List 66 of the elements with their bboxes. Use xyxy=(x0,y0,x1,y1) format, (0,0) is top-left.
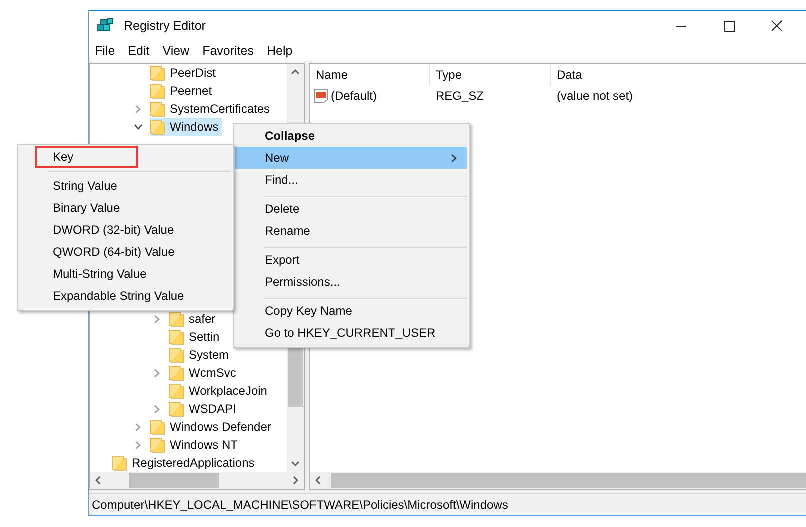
tree-item[interactable]: WcmSvc xyxy=(169,364,240,382)
expand-icon[interactable] xyxy=(154,404,160,414)
menu-item[interactable]: Go to HKEY_CURRENT_USER xyxy=(235,322,467,344)
scrollbar-thumb[interactable] xyxy=(331,473,806,488)
menu-item[interactable]: String Value xyxy=(19,175,231,197)
tree-item[interactable]: SystemCertificates xyxy=(150,100,274,118)
table-cell-text: REG_SZ xyxy=(435,89,486,103)
menu-item[interactable]: Delete xyxy=(235,198,467,220)
column-header[interactable]: Type xyxy=(430,64,551,86)
expand-icon[interactable] xyxy=(135,104,141,114)
menu-item[interactable]: Export xyxy=(235,249,467,271)
folder-icon xyxy=(150,437,165,453)
menu-item[interactable]: Help xyxy=(266,44,293,58)
menu-item[interactable]: Find... xyxy=(235,169,467,191)
folder-icon xyxy=(169,347,184,363)
table-cell: (Default) xyxy=(331,89,378,103)
tree-item[interactable]: System xyxy=(169,346,232,364)
registry-icon xyxy=(97,18,115,34)
folder-icon xyxy=(150,65,165,81)
menu-item[interactable]: Copy Key Name xyxy=(235,300,467,322)
menu-item[interactable]: Permissions... xyxy=(235,271,467,293)
column-header[interactable]: Data xyxy=(551,64,751,86)
folder-icon xyxy=(169,311,184,327)
menu-item[interactable]: Binary Value xyxy=(19,197,231,219)
menu-item[interactable]: Expandable String Value xyxy=(19,285,231,307)
tree-item[interactable]: Windows xyxy=(150,118,222,136)
expand-icon[interactable] xyxy=(154,368,160,378)
menu-item[interactable]: DWORD (32-bit) Value xyxy=(19,219,231,241)
folder-icon xyxy=(169,383,184,399)
folder-icon xyxy=(150,83,165,99)
tree-item[interactable]: Settin xyxy=(169,328,223,346)
menu-item[interactable]: View xyxy=(162,44,190,58)
menu-item[interactable]: Key xyxy=(19,146,231,168)
tree-item[interactable]: Windows Defender xyxy=(150,418,274,436)
expand-icon[interactable] xyxy=(135,422,141,432)
menu-item[interactable]: Collapse xyxy=(235,125,467,147)
table-cell-text: (value not set) xyxy=(556,89,634,103)
folder-icon xyxy=(150,101,165,117)
menu-item[interactable]: New xyxy=(235,147,467,169)
folder-icon xyxy=(169,365,184,381)
string-value-icon xyxy=(313,88,329,104)
tree-item[interactable]: WorkplaceJoin xyxy=(169,382,270,400)
tree-item[interactable]: Windows NT xyxy=(150,436,242,454)
tree-item[interactable]: Peernet xyxy=(150,82,216,100)
menu-item[interactable]: Multi-String Value xyxy=(19,263,231,285)
folder-icon xyxy=(169,401,184,417)
tree-item[interactable]: WSDAPI xyxy=(169,400,240,418)
expand-icon[interactable] xyxy=(154,314,160,324)
tree-item[interactable]: safer xyxy=(169,310,219,328)
menu-item[interactable]: File xyxy=(95,44,116,58)
window-title: Registry Editor xyxy=(124,19,206,33)
scrollbar-thumb[interactable] xyxy=(129,473,219,488)
menu-item[interactable]: Edit xyxy=(128,44,150,58)
status-bar: Computer\HKEY_LOCAL_MACHINE\SOFTWARE\Policies\Microsoft\Windows xyxy=(89,493,806,515)
tree-item[interactable]: PeerDist xyxy=(150,64,220,82)
menu-item[interactable]: QWORD (64-bit) Value xyxy=(19,241,231,263)
expand-icon[interactable] xyxy=(135,440,141,450)
folder-icon xyxy=(169,329,184,345)
tree-item[interactable]: RegisteredApplications xyxy=(112,454,258,472)
column-header[interactable]: Name xyxy=(310,64,430,86)
folder-icon xyxy=(150,119,165,135)
folder-icon xyxy=(112,455,127,471)
menu-item[interactable]: Favorites xyxy=(202,44,254,58)
menu-item[interactable]: Rename xyxy=(235,220,467,242)
collapse-icon[interactable] xyxy=(134,124,142,130)
folder-icon xyxy=(150,419,165,435)
